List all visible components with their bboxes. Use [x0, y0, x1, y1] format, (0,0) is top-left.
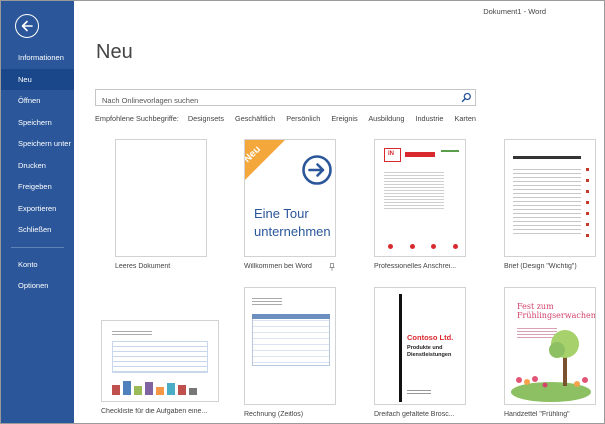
- backstage-sidebar: Informationen Neu Öffnen Speichern Speic…: [1, 1, 74, 423]
- invoice-table: [252, 314, 330, 366]
- sidebar-item-oeffnen[interactable]: Öffnen: [1, 90, 74, 112]
- sidebar-item-drucken[interactable]: Drucken: [1, 155, 74, 177]
- template-professional-letter[interactable]: IN Professionelles Anschrei...: [374, 139, 466, 270]
- template-thumbnail[interactable]: [115, 139, 207, 257]
- letter-green-logo: [441, 150, 459, 155]
- template-caption: Leeres Dokument: [115, 263, 171, 270]
- word-backstage-window: Dokument1 - Word Informationen Neu Öffne…: [0, 0, 605, 424]
- sidebar-item-speichern[interactable]: Speichern: [1, 112, 74, 134]
- template-invoice[interactable]: Rechnung (Zeitlos): [244, 287, 336, 418]
- suggested-searches: Empfohlene Suchbegriffe: Designsets Gesc…: [95, 114, 485, 123]
- template-thumbnail[interactable]: Contoso Ltd. Produkte und Dienstleistung…: [374, 287, 466, 405]
- tour-line-1: Eine Tour: [254, 206, 309, 221]
- invoice-table-header: [252, 314, 330, 319]
- letter-red-marker: [586, 160, 589, 240]
- letter-heading-bar: [513, 156, 581, 159]
- page-title: Neu: [96, 41, 133, 63]
- suggested-searches-label: Empfohlene Suchbegriffe:: [95, 114, 179, 123]
- template-caption: Rechnung (Zeitlos): [244, 411, 304, 418]
- template-trifold-brochure[interactable]: Contoso Ltd. Produkte und Dienstleistung…: [374, 287, 466, 418]
- template-thumbnail[interactable]: Neu Eine Tour unternehmen: [244, 139, 336, 257]
- letter-red-bar: [405, 152, 435, 157]
- pin-icon[interactable]: [329, 263, 335, 271]
- template-caption: Brief (Design "Wichtig"): [504, 263, 577, 270]
- letter-logo-text: IN: [388, 151, 394, 157]
- suggestion-designsets[interactable]: Designsets: [188, 114, 224, 123]
- template-caption: Willkommen bei Word: [244, 263, 312, 270]
- template-caption: Handzettel "Frühling": [504, 411, 570, 418]
- checklist-title-lines: [112, 329, 152, 337]
- template-caption: Professionelles Anschrei...: [374, 263, 457, 270]
- letter-text-lines: [384, 170, 444, 210]
- suggestion-ausbildung[interactable]: Ausbildung: [368, 114, 404, 123]
- template-search-input[interactable]: [96, 93, 451, 108]
- letter-dots: [388, 244, 458, 250]
- new-document-pane: Neu Empfohlene Suchbegriffe: Designsets …: [74, 1, 604, 423]
- template-letter-important[interactable]: Brief (Design "Wichtig"): [504, 139, 596, 270]
- sidebar-item-schliessen[interactable]: Schließen: [1, 219, 74, 241]
- sidebar-item-freigeben[interactable]: Freigeben: [1, 176, 74, 198]
- suggestion-ereignis[interactable]: Ereignis: [331, 114, 357, 123]
- brochure-sub-1: Produkte und: [407, 345, 443, 351]
- template-blank-document[interactable]: Leeres Dokument: [115, 139, 207, 270]
- sidebar-item-optionen[interactable]: Optionen: [1, 275, 74, 297]
- template-caption: Checkliste für die Aufgaben eine...: [101, 408, 208, 415]
- letter-body-lines: [513, 166, 581, 236]
- sidebar-divider: [11, 246, 64, 248]
- template-thumbnail[interactable]: IN: [374, 139, 466, 257]
- suggestion-industrie[interactable]: Industrie: [415, 114, 443, 123]
- brochure-heading: Contoso Ltd.: [407, 333, 454, 342]
- template-task-checklist[interactable]: Checkliste für die Aufgaben eine...: [101, 287, 219, 415]
- arrow-right-circle-icon: [302, 155, 332, 185]
- brochure-footer-lines: [407, 388, 431, 394]
- template-thumbnail[interactable]: [504, 139, 596, 257]
- sidebar-item-speichern-unter[interactable]: Speichern unter: [1, 133, 74, 155]
- template-welcome-tour[interactable]: Neu Eine Tour unternehmen Willkommen bei…: [244, 139, 336, 271]
- checklist-illustration: [112, 379, 208, 395]
- template-thumbnail[interactable]: Fest zum Frühlingserwachen: [504, 287, 596, 405]
- flyer-illustration: [511, 330, 591, 402]
- sidebar-item-informationen[interactable]: Informationen: [1, 47, 74, 69]
- sidebar-item-exportieren[interactable]: Exportieren: [1, 198, 74, 220]
- template-thumbnail[interactable]: [101, 320, 219, 402]
- suggestion-geschaeftlich[interactable]: Geschäftlich: [235, 114, 275, 123]
- sidebar-item-konto[interactable]: Konto: [1, 254, 74, 276]
- template-spring-flyer[interactable]: Fest zum Frühlingserwachen Handzettel "F…: [504, 287, 596, 418]
- arrow-left-icon: [21, 20, 33, 32]
- tour-line-2: unternehmen: [254, 224, 331, 239]
- suggestion-karten[interactable]: Karten: [454, 114, 476, 123]
- sidebar-item-neu[interactable]: Neu: [1, 68, 74, 90]
- template-caption: Dreifach gefaltete Brosc...: [374, 411, 455, 418]
- brochure-sub-2: Dienstleistungen: [407, 352, 452, 358]
- template-thumbnail[interactable]: [244, 287, 336, 405]
- search-icon[interactable]: [461, 92, 472, 103]
- invoice-header-lines: [252, 296, 282, 306]
- brochure-black-bar: [399, 294, 402, 402]
- back-button[interactable]: [15, 14, 39, 38]
- checklist-table: [112, 341, 208, 373]
- sidebar-nav: Informationen Neu Öffnen Speichern Speic…: [1, 47, 74, 297]
- template-search-box: [95, 89, 476, 108]
- suggestion-persoenlich[interactable]: Persönlich: [286, 114, 320, 123]
